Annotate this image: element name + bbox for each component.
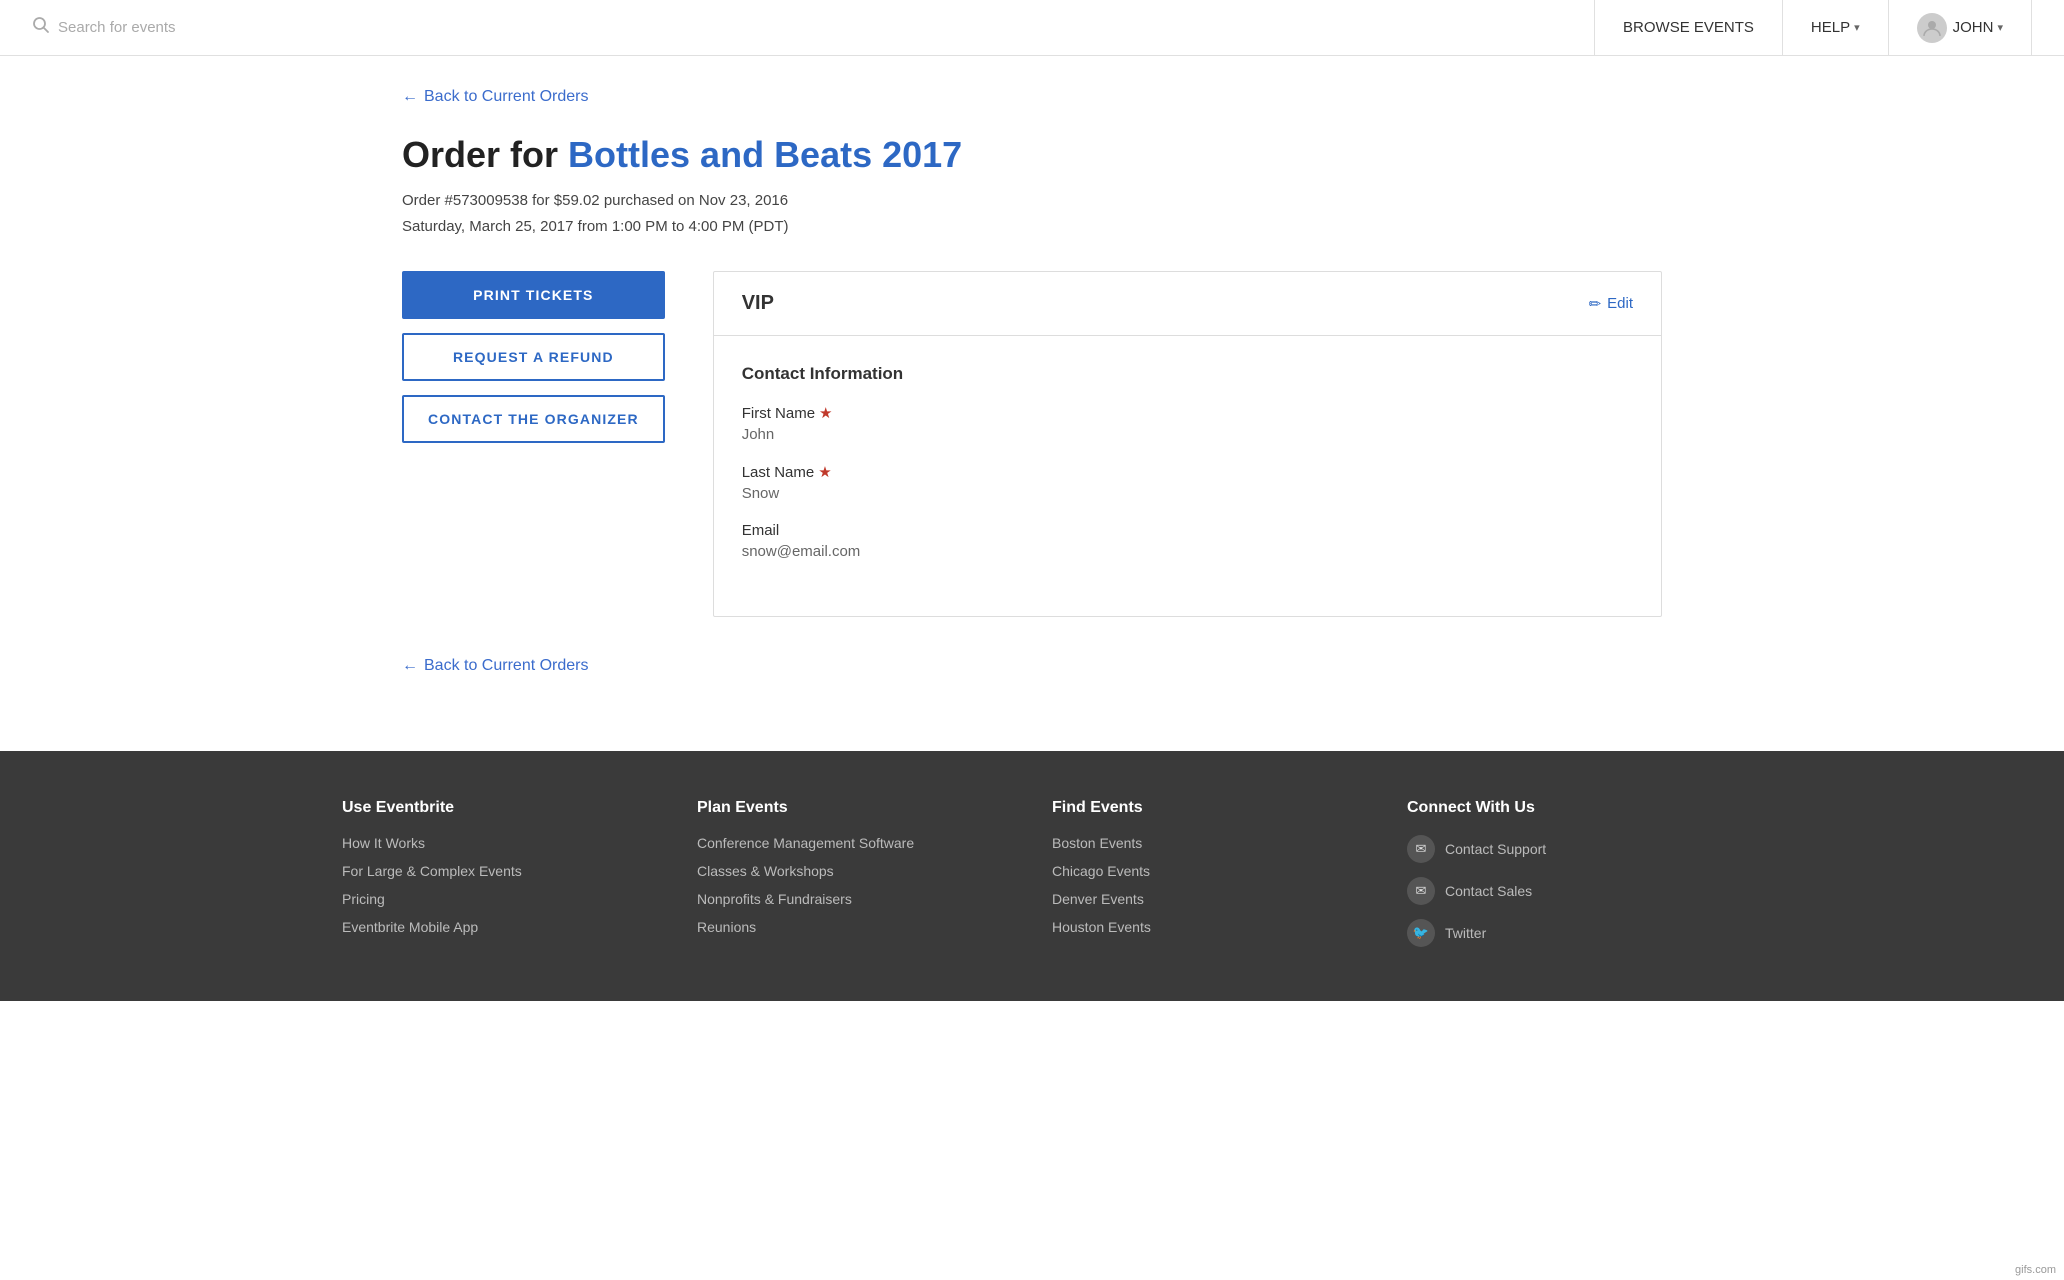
user-nav[interactable]: JOHN ▾ [1888, 0, 2032, 56]
main-content: ← Back to Current Orders Order for Bottl… [342, 56, 1722, 751]
twitter-label: Twitter [1445, 925, 1486, 941]
footer-link-reunions[interactable]: Reunions [697, 919, 1012, 935]
site-header: Search for events BROWSE EVENTS HELP ▾ J… [0, 0, 2064, 56]
ticket-type: VIP [742, 292, 774, 315]
back-to-orders-link-top[interactable]: ← Back to Current Orders [402, 88, 589, 106]
footer-link-boston[interactable]: Boston Events [1052, 835, 1367, 851]
required-star-icon: ★ [818, 463, 831, 481]
field-group-0: First Name ★ John [742, 404, 1633, 443]
field-value-1: Snow [742, 485, 1633, 502]
twitter-icon: 🐦 [1407, 919, 1435, 947]
footer-link-classes[interactable]: Classes & Workshops [697, 863, 1012, 879]
contact-support-label: Contact Support [1445, 841, 1546, 857]
field-value-2: snow@email.com [742, 543, 1633, 560]
footer-link-houston[interactable]: Houston Events [1052, 919, 1367, 935]
site-footer: Use Eventbrite How It Works For Large & … [0, 751, 2064, 1001]
footer-col-3-title: Find Events [1052, 799, 1367, 817]
field-value-0: John [742, 426, 1633, 443]
user-chevron-icon: ▾ [1997, 21, 2003, 34]
edit-pencil-icon: ✏ [1589, 295, 1602, 313]
contact-support-icon: ✉ [1407, 835, 1435, 863]
footer-twitter-link[interactable]: 🐦 Twitter [1407, 919, 1722, 947]
event-name-link[interactable]: Bottles and Beats 2017 [568, 134, 962, 175]
contact-sales-icon: ✉ [1407, 877, 1435, 905]
watermark: gifs.com [2015, 1264, 2056, 1276]
search-container[interactable]: Search for events [32, 16, 1594, 39]
contact-sales-label: Contact Sales [1445, 883, 1532, 899]
footer-link-denver[interactable]: Denver Events [1052, 891, 1367, 907]
footer-contact-sales-link[interactable]: ✉ Contact Sales [1407, 877, 1722, 905]
contact-organizer-button[interactable]: CONTACT THE ORGANIZER [402, 395, 665, 443]
back-to-orders-bottom: ← Back to Current Orders [402, 657, 1662, 703]
footer-link-nonprofits[interactable]: Nonprofits & Fundraisers [697, 891, 1012, 907]
field-group-2: Email snow@email.com [742, 522, 1633, 560]
footer-col-find-events: Find Events Boston Events Chicago Events… [1052, 799, 1367, 961]
back-arrow-icon: ← [402, 88, 418, 106]
footer-grid: Use Eventbrite How It Works For Large & … [342, 799, 1722, 961]
field-group-1: Last Name ★ Snow [742, 463, 1633, 502]
contact-info-section-title: Contact Information [742, 364, 1633, 384]
header-nav: BROWSE EVENTS HELP ▾ JOHN ▾ [1594, 0, 2032, 56]
search-icon [32, 16, 50, 39]
request-refund-button[interactable]: REQUEST A REFUND [402, 333, 665, 381]
print-tickets-button[interactable]: PRINT TICKETS [402, 271, 665, 319]
browse-events-nav[interactable]: BROWSE EVENTS [1594, 0, 1782, 56]
footer-col-2-title: Plan Events [697, 799, 1012, 817]
field-label-0: First Name ★ [742, 404, 1633, 422]
required-star-icon: ★ [819, 404, 832, 422]
footer-link-mobile-app[interactable]: Eventbrite Mobile App [342, 919, 657, 935]
footer-col-4-title: Connect With Us [1407, 799, 1722, 817]
ticket-fields: First Name ★ John Last Name ★ Snow Email snow… [742, 404, 1633, 560]
footer-link-large-events[interactable]: For Large & Complex Events [342, 863, 657, 879]
footer-col-connect: Connect With Us ✉ Contact Support ✉ Cont… [1407, 799, 1722, 961]
footer-col-use-eventbrite: Use Eventbrite How It Works For Large & … [342, 799, 657, 961]
back-arrow-icon-bottom: ← [402, 657, 418, 675]
footer-col-1-title: Use Eventbrite [342, 799, 657, 817]
footer-link-conference[interactable]: Conference Management Software [697, 835, 1012, 851]
user-avatar-icon [1917, 13, 1947, 43]
footer-link-how-it-works[interactable]: How It Works [342, 835, 657, 851]
search-placeholder: Search for events [58, 19, 176, 36]
back-to-orders-link-bottom[interactable]: ← Back to Current Orders [402, 657, 589, 675]
help-nav[interactable]: HELP ▾ [1782, 0, 1888, 56]
ticket-card-body: Contact Information First Name ★ John Last… [714, 336, 1661, 616]
footer-col-plan-events: Plan Events Conference Management Softwa… [697, 799, 1012, 961]
footer-contact-support-link[interactable]: ✉ Contact Support [1407, 835, 1722, 863]
ticket-card-header: VIP ✏ Edit [714, 272, 1661, 336]
field-label-2: Email [742, 522, 1633, 539]
ticket-card: VIP ✏ Edit Contact Information First Nam… [713, 271, 1662, 617]
order-title: Order for Bottles and Beats 2017 [402, 134, 1662, 176]
action-buttons: PRINT TICKETS REQUEST A REFUND CONTACT T… [402, 271, 665, 443]
field-label-1: Last Name ★ [742, 463, 1633, 481]
order-meta: Order #573009538 for $59.02 purchased on… [402, 188, 1662, 239]
content-area: PRINT TICKETS REQUEST A REFUND CONTACT T… [402, 271, 1662, 617]
footer-link-pricing[interactable]: Pricing [342, 891, 657, 907]
footer-link-chicago[interactable]: Chicago Events [1052, 863, 1367, 879]
help-chevron-icon: ▾ [1854, 21, 1860, 34]
edit-ticket-link[interactable]: ✏ Edit [1589, 295, 1633, 313]
